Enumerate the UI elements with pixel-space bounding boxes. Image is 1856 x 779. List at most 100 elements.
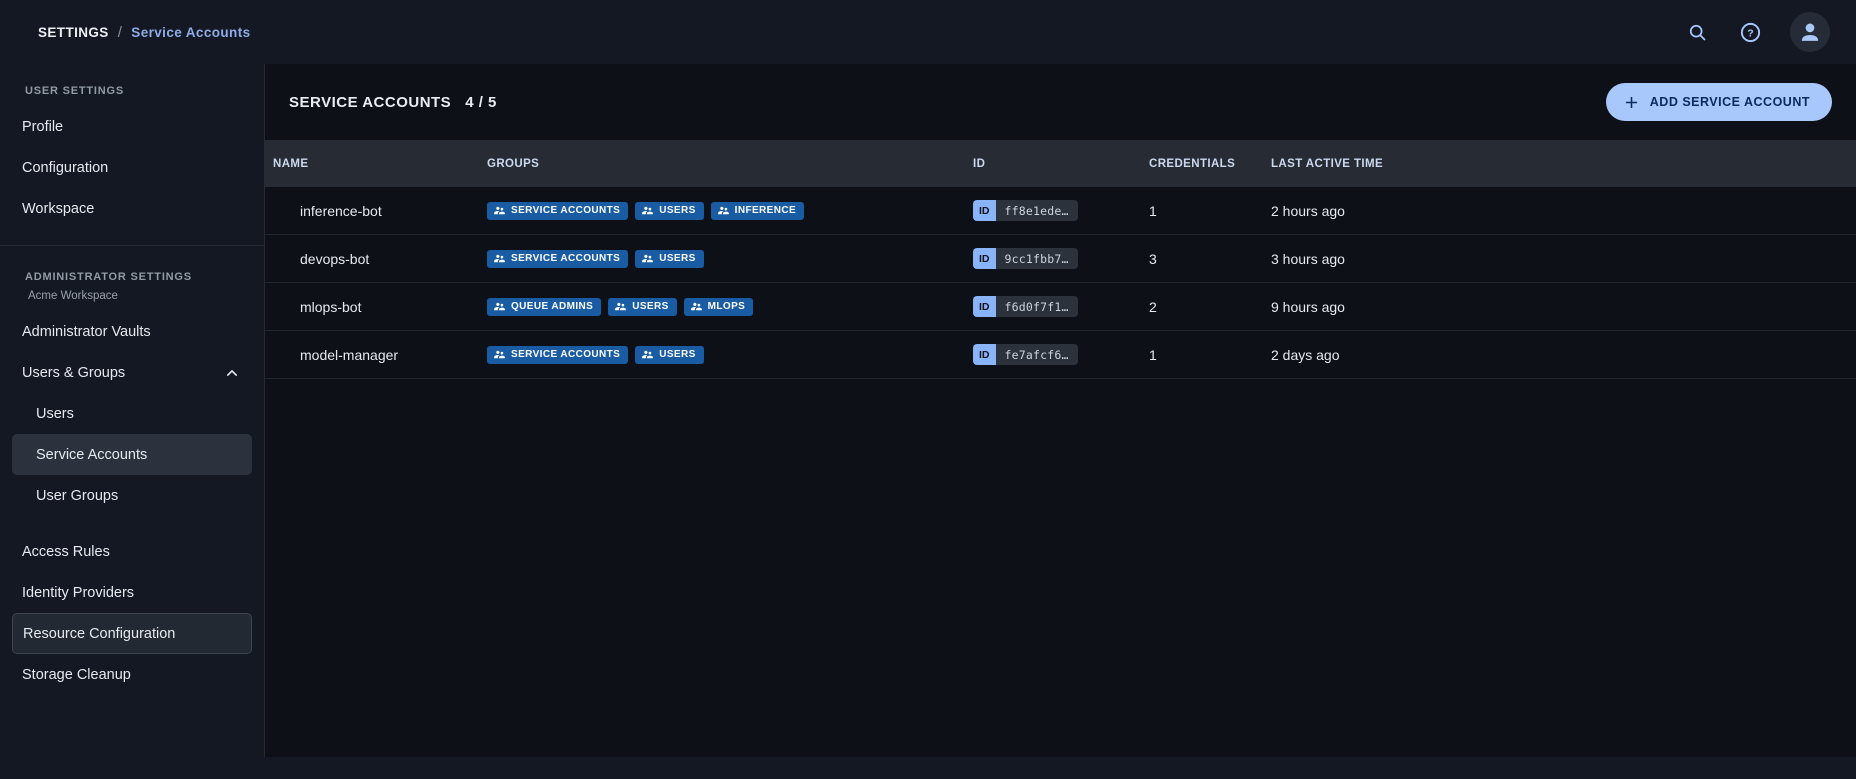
table-row-devops-bot[interactable]: devops-bot SERVICE ACCOUNTS USERS ID9cc1fbb… — [265, 235, 1856, 283]
id-value: 9cc1fbb7… — [996, 248, 1078, 269]
group-badge-service-accounts: SERVICE ACCOUNTS — [487, 346, 628, 364]
id-value: ff8e1ede… — [996, 200, 1078, 221]
sidebar-item-workspace[interactable]: Workspace — [0, 188, 264, 229]
cell-credentials: 3 — [1141, 251, 1263, 267]
main-content: SERVICE ACCOUNTS 4 / 5 ADD SERVICE ACCOU… — [265, 64, 1856, 757]
group-badge-label: MLOPS — [708, 301, 746, 312]
admin-settings-items: Administrator Vaults Users & Groups Users S… — [0, 311, 264, 695]
breadcrumb-current: Service Accounts — [131, 25, 250, 40]
sidebar-item-service-accounts[interactable]: Service Accounts — [12, 434, 252, 475]
table-row-mlops-bot[interactable]: mlops-botQUEUE ADMINSUSERSMLOPSIDf6d0f7f… — [265, 283, 1856, 331]
table-body: inference-botSERVICE ACCOUNTSUSERSINFERE… — [265, 187, 1856, 379]
page-title: SERVICE ACCOUNTS 4 / 5 — [289, 94, 497, 111]
group-icon — [493, 300, 506, 313]
page-title-text: SERVICE ACCOUNTS — [289, 94, 451, 111]
sidebar-item-label: Service Accounts — [36, 447, 147, 463]
add-service-account-label: ADD SERVICE ACCOUNT — [1650, 95, 1810, 109]
breadcrumb-separator: / — [118, 24, 123, 41]
id-chip[interactable]: IDfe7afcf6… — [973, 344, 1078, 365]
id-chip[interactable]: ID9cc1fbb7… — [973, 248, 1078, 269]
topbar-actions: ? — [1684, 12, 1830, 52]
id-chip-label: ID — [973, 200, 996, 221]
id-chip[interactable]: IDf6d0f7f1… — [973, 296, 1078, 317]
group-icon — [493, 204, 506, 217]
add-service-account-button[interactable]: ADD SERVICE ACCOUNT — [1606, 83, 1832, 121]
cell-groups: QUEUE ADMINSUSERSMLOPS — [479, 298, 965, 316]
sidebar-item-configuration[interactable]: Configuration — [0, 147, 264, 188]
group-badge-label: USERS — [659, 349, 695, 360]
chevron-up-icon[interactable] — [222, 363, 242, 383]
sidebar-item-label: Profile — [22, 119, 63, 135]
footer-bar — [0, 757, 1856, 779]
id-value: fe7afcf6… — [996, 344, 1078, 365]
table-header-row: NAMEGROUPSIDCREDENTIALSLAST ACTIVE TIME — [265, 140, 1856, 187]
user-settings-items: Profile Configuration Workspace — [0, 106, 264, 229]
cell-id: IDff8e1ede… — [965, 200, 1141, 221]
id-chip-label: ID — [973, 296, 996, 317]
column-header-last-active-time: LAST ACTIVE TIME — [1263, 158, 1856, 170]
service-accounts-table: NAMEGROUPSIDCREDENTIALSLAST ACTIVE TIME … — [265, 140, 1856, 379]
cell-last-active: 2 hours ago — [1263, 203, 1856, 219]
sidebar-item-users-groups[interactable]: Users & Groups — [0, 352, 264, 393]
cell-name: model-manager — [265, 347, 479, 363]
id-chip[interactable]: IDff8e1ede… — [973, 200, 1078, 221]
cell-groups: SERVICE ACCOUNTS USERS INFERENCE — [479, 202, 965, 220]
cell-id: IDfe7afcf6… — [965, 344, 1141, 365]
sidebar-item-users[interactable]: Users — [0, 393, 264, 434]
expand-toggle[interactable] — [222, 363, 242, 383]
sidebar-item-label: Storage Cleanup — [22, 667, 131, 683]
cell-last-active: 2 days ago — [1263, 347, 1856, 363]
id-value: f6d0f7f1… — [996, 296, 1078, 317]
breadcrumb-settings[interactable]: SETTINGS — [38, 25, 109, 40]
id-chip-label: ID — [973, 344, 996, 365]
group-badge-users: USERS — [635, 346, 703, 364]
svg-text:?: ? — [1747, 27, 1753, 39]
table-row-inference-bot[interactable]: inference-botSERVICE ACCOUNTSUSERSINFERE… — [265, 187, 1856, 235]
group-badge-users: USERS — [635, 250, 703, 268]
column-header-credentials: CREDENTIALS — [1141, 158, 1263, 170]
sidebar-item-label: Users & Groups — [22, 365, 125, 381]
cell-id: ID9cc1fbb7… — [965, 248, 1141, 269]
group-badge-label: USERS — [659, 253, 695, 264]
user-avatar[interactable] — [1790, 12, 1830, 52]
id-chip-label: ID — [973, 248, 996, 269]
top-bar: SETTINGS / Service Accounts ? — [0, 0, 1856, 64]
sidebar-item-user-groups[interactable]: User Groups — [0, 475, 264, 516]
group-badge-inference: INFERENCE — [711, 202, 804, 220]
cell-id: IDf6d0f7f1… — [965, 296, 1141, 317]
group-badge-label: USERS — [632, 301, 668, 312]
cell-groups: SERVICE ACCOUNTS USERS — [479, 346, 965, 364]
column-header-id: ID — [965, 158, 1141, 170]
sidebar-item-label: Users — [36, 406, 74, 422]
sidebar-item-label: Configuration — [22, 160, 108, 176]
cell-name: devops-bot — [265, 251, 479, 267]
breadcrumb: SETTINGS / Service Accounts — [38, 24, 251, 41]
group-badge-label: SERVICE ACCOUNTS — [511, 253, 620, 264]
column-header-groups: GROUPS — [479, 158, 965, 170]
group-icon — [641, 252, 654, 265]
group-badge-users: USERS — [635, 202, 703, 220]
cell-last-active: 3 hours ago — [1263, 251, 1856, 267]
sidebar-item-profile[interactable]: Profile — [0, 106, 264, 147]
group-badge-label: INFERENCE — [735, 205, 796, 216]
search-button[interactable] — [1684, 19, 1710, 45]
cell-groups: SERVICE ACCOUNTS USERS — [479, 250, 965, 268]
sidebar-item-access-rules[interactable]: Access Rules — [0, 531, 264, 572]
sidebar-item-administrator-vaults[interactable]: Administrator Vaults — [0, 311, 264, 352]
sidebar-item-storage-cleanup[interactable]: Storage Cleanup — [0, 654, 264, 695]
group-icon — [493, 348, 506, 361]
sidebar-item-resource-configuration[interactable]: Resource Configuration — [12, 613, 252, 654]
sidebar-item-identity-providers[interactable]: Identity Providers — [0, 572, 264, 613]
group-badge-service-accounts: SERVICE ACCOUNTS — [487, 202, 628, 220]
column-header-name: NAME — [265, 158, 479, 170]
table-row-model-manager[interactable]: model-manager SERVICE ACCOUNTS USERS IDfe7a… — [265, 331, 1856, 379]
group-badge-users: USERS — [608, 298, 676, 316]
user-avatar-icon — [1797, 19, 1823, 45]
service-account-count: 4 / 5 — [465, 94, 497, 111]
help-icon: ? — [1739, 21, 1762, 44]
help-button[interactable]: ? — [1737, 19, 1763, 45]
sidebar-item-label: Workspace — [22, 201, 94, 217]
workspace-name: Acme Workspace — [0, 284, 264, 303]
cell-name: mlops-bot — [265, 299, 479, 315]
cell-credentials: 2 — [1141, 299, 1263, 315]
